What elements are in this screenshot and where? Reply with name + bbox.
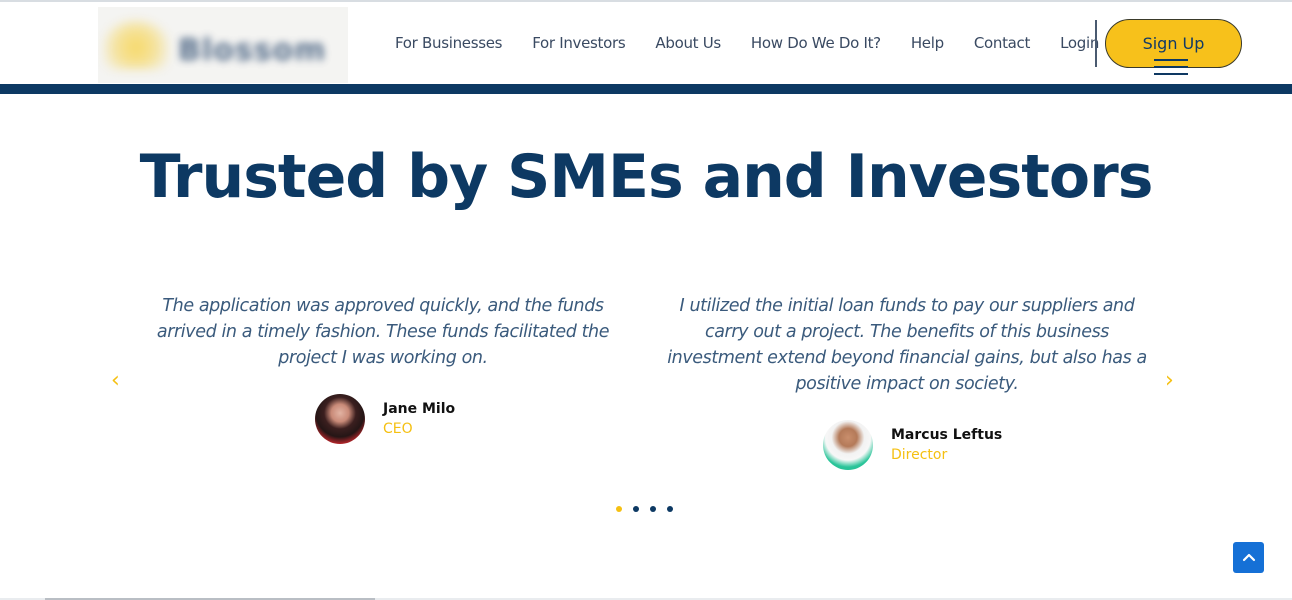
testimonial-author-role-2: Director — [891, 447, 948, 463]
testimonial-author-name-1: Jane Milo — [383, 401, 456, 417]
logo[interactable]: Blossom — [98, 7, 348, 83]
testimonial-quote-1: The application was approved quickly, an… — [156, 296, 610, 368]
page: Blossom For Businesses For Investors Abo… — [0, 0, 1292, 600]
nav-contact[interactable]: Contact — [969, 32, 1035, 56]
nav-for-businesses[interactable]: For Businesses — [390, 32, 507, 56]
avatar-marcus-leftus — [823, 420, 873, 470]
logo-wordmark: Blossom — [178, 33, 327, 68]
site-header: Blossom For Businesses For Investors Abo… — [0, 2, 1292, 84]
carousel-prev-icon[interactable]: ‹ — [111, 368, 120, 393]
nav-divider — [1095, 20, 1097, 67]
carousel-dot-1[interactable] — [616, 506, 622, 512]
nav-for-investors[interactable]: For Investors — [527, 32, 630, 56]
testimonial-quote-2: I utilized the initial loan funds to pay… — [667, 296, 1147, 394]
carousel-pagination — [616, 506, 684, 512]
avatar-jane-milo — [315, 394, 365, 444]
carousel-dot-2[interactable] — [633, 506, 639, 512]
carousel-dot-4[interactable] — [667, 506, 673, 512]
testimonial-author-role-1: CEO — [383, 421, 413, 437]
scroll-to-top-button[interactable] — [1233, 542, 1264, 573]
section-title: Trusted by SMEs and Investors — [139, 142, 1154, 212]
nav-help[interactable]: Help — [906, 32, 949, 56]
carousel-next-icon[interactable]: › — [1165, 368, 1174, 393]
nav-how-we-do-it[interactable]: How Do We Do It? — [746, 32, 886, 56]
hamburger-menu-icon[interactable] — [1154, 59, 1188, 79]
arrow-up-icon — [1242, 553, 1255, 561]
header-accent-bar — [0, 84, 1292, 94]
carousel-dot-3[interactable] — [650, 506, 656, 512]
testimonial-author-name-2: Marcus Leftus — [891, 427, 1003, 443]
main-nav: For Businesses For Investors About Us Ho… — [380, 32, 1114, 56]
nav-about-us[interactable]: About Us — [650, 32, 726, 56]
logo-mark-icon — [104, 21, 168, 69]
